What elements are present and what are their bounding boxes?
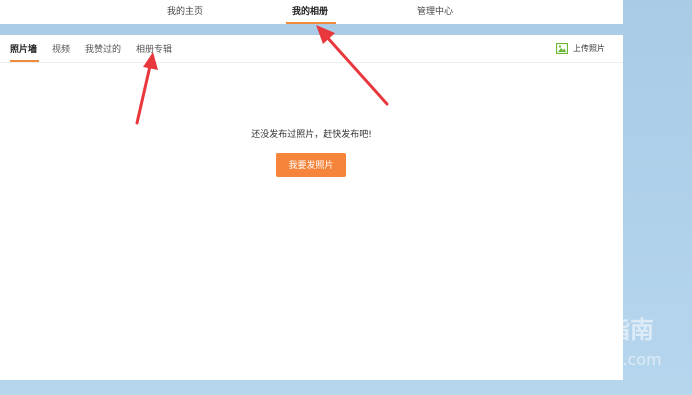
top-nav: 我的主页 我的相册 管理中心 — [0, 0, 623, 24]
sub-tab-active-indicator — [10, 60, 39, 62]
svg-text:S: S — [526, 313, 540, 337]
sogou-logo-icon: S — [514, 306, 552, 344]
watermark-brand: 搜狗指南 — [558, 316, 654, 344]
tab-videos[interactable]: 视频 — [52, 42, 70, 55]
upload-photo-label: 上传照片 — [573, 43, 605, 53]
nav-item-home[interactable]: 我的主页 — [167, 4, 203, 17]
nav-active-indicator — [286, 22, 336, 24]
watermark: S 搜狗指南 zhinan.sogou.com — [512, 306, 692, 376]
sub-tab-bar: 照片墙 视频 我赞过的 相册专辑 上传照片 — [0, 35, 623, 63]
watermark-url: zhinan.sogou.com — [516, 350, 662, 369]
upload-photo-link[interactable]: 上传照片 — [556, 42, 605, 54]
post-photo-button[interactable]: 我要发照片 — [276, 153, 346, 177]
nav-item-management[interactable]: 管理中心 — [417, 4, 453, 17]
nav-item-my-album[interactable]: 我的相册 — [292, 4, 328, 17]
tab-album-collections[interactable]: 相册专辑 — [136, 42, 172, 55]
tab-photo-wall[interactable]: 照片墙 — [10, 42, 37, 55]
image-upload-icon — [556, 42, 568, 54]
tab-liked[interactable]: 我赞过的 — [85, 42, 121, 55]
empty-state-message: 还没发布过照片，赶快发布吧! — [251, 130, 372, 140]
